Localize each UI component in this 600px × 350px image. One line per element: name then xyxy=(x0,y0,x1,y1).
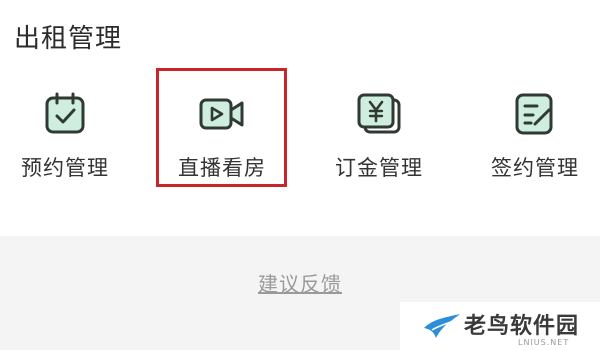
watermark: 老鸟软件园 LNIUS.NET xyxy=(400,302,600,350)
menu-item-live-viewing[interactable]: 直播看房 xyxy=(157,72,287,188)
menu-item-label: 签约管理 xyxy=(491,156,579,180)
section-title: 出租管理 xyxy=(14,24,123,54)
menu-item-deposit-management[interactable]: 订金管理 xyxy=(314,72,444,188)
menu-item-label: 订金管理 xyxy=(335,156,423,180)
watermark-name: 老鸟软件园 xyxy=(464,314,580,339)
feedback-link[interactable]: 建议反馈 xyxy=(0,268,600,297)
rental-management-page: 出租管理 预约管理 直播看房 订金管理 签约管理 建议反馈 老鸟软件园 LNIU… xyxy=(0,0,600,350)
yen-card-icon xyxy=(357,93,401,134)
rental-menu-grid: 预约管理 直播看房 订金管理 签约管理 xyxy=(0,72,600,192)
watermark-domain: LNIUS.NET xyxy=(518,338,570,347)
menu-item-label: 预约管理 xyxy=(21,156,109,180)
menu-item-appointment-management[interactable]: 预约管理 xyxy=(0,72,130,188)
menu-item-label: 直播看房 xyxy=(178,156,266,180)
bird-logo-icon xyxy=(424,314,460,338)
menu-item-contract-management[interactable]: 签约管理 xyxy=(470,72,600,188)
video-play-icon xyxy=(199,98,244,130)
contract-edit-icon xyxy=(515,93,553,135)
calendar-check-icon xyxy=(45,92,85,134)
